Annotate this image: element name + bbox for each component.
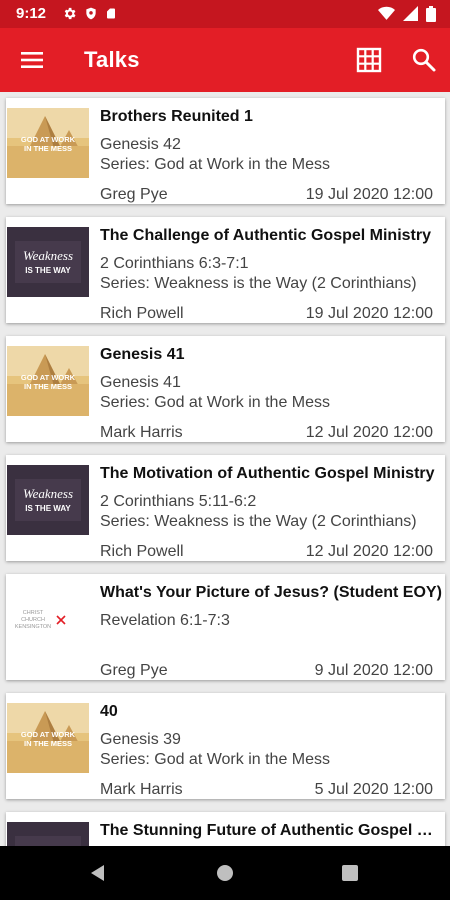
talk-artwork: GOD AT WORK IN THE MESS: [7, 703, 89, 773]
talk-date: 12 Jul 2020 12:00: [305, 543, 433, 560]
artwork-title-line2: IN THE MESS: [24, 739, 72, 748]
talk-title: The Challenge of Authentic Gospel Minist…: [100, 227, 431, 244]
page-title: Talks: [84, 47, 140, 72]
recents-icon: [342, 865, 358, 881]
talk-card[interactable]: CHRIST CHURCH KENSINGTON What's Your Pic…: [6, 574, 445, 680]
grid-view-button[interactable]: [355, 46, 383, 74]
talk-series: Series: Weakness is the Way (2 Corinthia…: [100, 275, 417, 292]
menu-icon: [21, 52, 43, 68]
talk-card[interactable]: GOD AT WORK IN THE MESS Genesis 41 Genes…: [6, 336, 445, 442]
talk-card[interactable]: Weakness IS THE WAY The Challenge of Aut…: [6, 217, 445, 323]
talk-speaker: Rich Powell: [100, 305, 184, 322]
back-icon: [91, 865, 104, 881]
talk-artwork: Weakness IS THE WAY: [7, 465, 89, 535]
talk-reference: Genesis 42: [100, 136, 181, 153]
talk-artwork: Weakness IS THE WAY: [7, 227, 89, 297]
home-button[interactable]: [215, 863, 235, 888]
talk-card[interactable]: Weakness IS THE WAY The Stunning Future …: [6, 812, 445, 846]
talk-card[interactable]: GOD AT WORK IN THE MESS Brothers Reunite…: [6, 98, 445, 204]
talk-date: 5 Jul 2020 12:00: [314, 781, 433, 798]
talk-date: 19 Jul 2020 12:00: [305, 186, 433, 203]
talk-title: The Motivation of Authentic Gospel Minis…: [100, 465, 435, 482]
talk-title: The Stunning Future of Authentic Gospel …: [100, 822, 442, 839]
artwork-title-line2: IS THE WAY: [25, 266, 71, 275]
artwork-title-line1: GOD AT WORK: [21, 373, 76, 382]
talk-date: 12 Jul 2020 12:00: [305, 424, 433, 441]
artwork-title-line2: IS THE WAY: [25, 504, 71, 513]
shield-icon: [84, 6, 98, 21]
talk-artwork: Weakness IS THE WAY: [7, 822, 89, 846]
talk-speaker: Rich Powell: [100, 543, 184, 560]
talk-series: Series: Weakness is the Way (2 Corinthia…: [100, 513, 417, 530]
talk-speaker: Greg Pye: [100, 662, 168, 679]
talk-date: 19 Jul 2020 12:00: [305, 305, 433, 322]
battery-icon: [426, 6, 436, 22]
logo-line2: CHURCH: [21, 617, 45, 623]
talk-card[interactable]: GOD AT WORK IN THE MESS 40 Genesis 39 Se…: [6, 693, 445, 799]
logo-line1: CHRIST: [23, 610, 44, 616]
artwork-title-line1: Weakness: [23, 248, 73, 263]
artwork-title-line2: IN THE MESS: [24, 144, 72, 153]
talk-title: Brothers Reunited 1: [100, 108, 253, 125]
talk-title: Genesis 41: [100, 346, 185, 363]
talk-series: Series: God at Work in the Mess: [100, 751, 331, 768]
gear-icon: [62, 6, 77, 21]
recents-button[interactable]: [340, 863, 360, 888]
talk-card[interactable]: Weakness IS THE WAY The Motivation of Au…: [6, 455, 445, 561]
talk-reference: Genesis 41: [100, 374, 181, 391]
talk-speaker: Mark Harris: [100, 781, 183, 798]
app-bar: Talks: [0, 28, 450, 92]
talk-title: 40: [100, 703, 118, 720]
talk-reference: 2 Corinthians 5:11-6:2: [100, 493, 257, 510]
talk-speaker: Greg Pye: [100, 186, 168, 203]
grid-icon: [356, 47, 382, 73]
talk-artwork: CHRIST CHURCH KENSINGTON: [7, 584, 89, 654]
artwork-title-line1: GOD AT WORK: [21, 730, 76, 739]
talk-date: 9 Jul 2020 12:00: [314, 662, 433, 679]
talk-series: Series: God at Work in the Mess: [100, 394, 331, 411]
artwork-title-line2: IN THE MESS: [24, 382, 72, 391]
system-nav-bar: [0, 846, 450, 900]
home-icon: [217, 865, 233, 881]
talk-speaker: Mark Harris: [100, 424, 183, 441]
signal-icon: [403, 6, 418, 22]
search-button[interactable]: [410, 46, 438, 74]
logo-line3: KENSINGTON: [15, 624, 51, 630]
artwork-title-line1: GOD AT WORK: [21, 135, 76, 144]
menu-button[interactable]: [20, 48, 46, 72]
talk-title: What's Your Picture of Jesus? (Student E…: [100, 584, 442, 601]
sd-card-icon: [105, 6, 117, 21]
status-time: 9:12: [16, 5, 47, 22]
wifi-icon: [378, 6, 395, 22]
talk-list[interactable]: GOD AT WORK IN THE MESS Brothers Reunite…: [0, 92, 450, 846]
talk-artwork: GOD AT WORK IN THE MESS: [7, 108, 89, 178]
talk-reference: Revelation 6:1-7:3: [100, 612, 230, 629]
back-button[interactable]: [88, 863, 108, 888]
talk-reference: Genesis 39: [100, 731, 181, 748]
artwork-title-line1: Weakness: [23, 486, 73, 501]
talk-series: Series: God at Work in the Mess: [100, 156, 331, 173]
talk-reference: 2 Corinthians 6:3-7:1: [100, 255, 249, 272]
status-bar: 9:12: [0, 0, 450, 28]
search-icon: [412, 48, 436, 72]
talk-artwork: GOD AT WORK IN THE MESS: [7, 346, 89, 416]
